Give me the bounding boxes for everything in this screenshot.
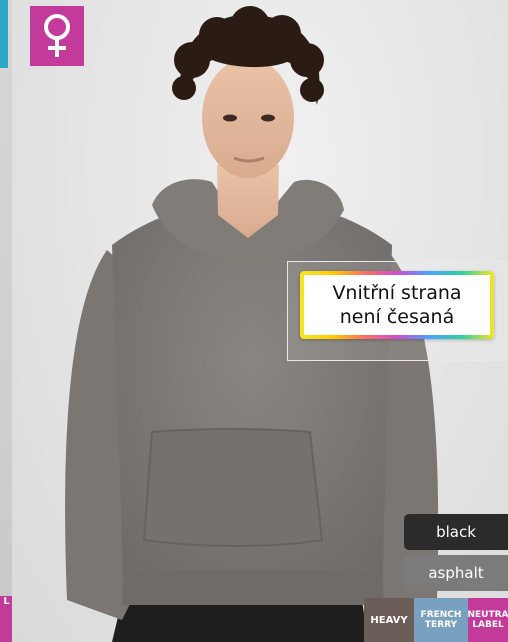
- tag-neutral-line2: LABEL: [472, 620, 504, 630]
- previous-image-tag: L: [0, 596, 12, 642]
- tag-neutral-line1: NEUTRA: [468, 610, 508, 620]
- color-option-label: asphalt: [428, 564, 484, 582]
- tag-heavy-label: HEAVY: [370, 614, 408, 626]
- female-symbol-icon: [44, 14, 70, 57]
- tag-french-terry: FRENCH TERRY: [414, 598, 468, 642]
- tag-french-terry-line1: FRENCH: [420, 610, 462, 620]
- previous-image-accent: [0, 0, 8, 68]
- color-option-label: black: [436, 523, 476, 541]
- tag-neutral-label: NEUTRA LABEL: [468, 598, 508, 642]
- color-option-black[interactable]: black: [404, 514, 508, 550]
- callout-text: Vnitřní strana není česaná: [304, 275, 490, 335]
- tag-heavy: HEAVY: [364, 598, 414, 642]
- tag-french-terry-line2: TERRY: [424, 620, 458, 630]
- callout-line-2: není česaná: [339, 306, 455, 328]
- previous-image-tag-label: L: [3, 596, 10, 607]
- feature-callout: Vnitřní strana není česaná: [287, 261, 508, 361]
- callout-box: Vnitřní strana není česaná: [300, 271, 494, 339]
- female-badge: [30, 6, 84, 66]
- callout-line-1: Vnitřní strana: [332, 282, 462, 304]
- color-option-asphalt[interactable]: asphalt: [404, 555, 508, 591]
